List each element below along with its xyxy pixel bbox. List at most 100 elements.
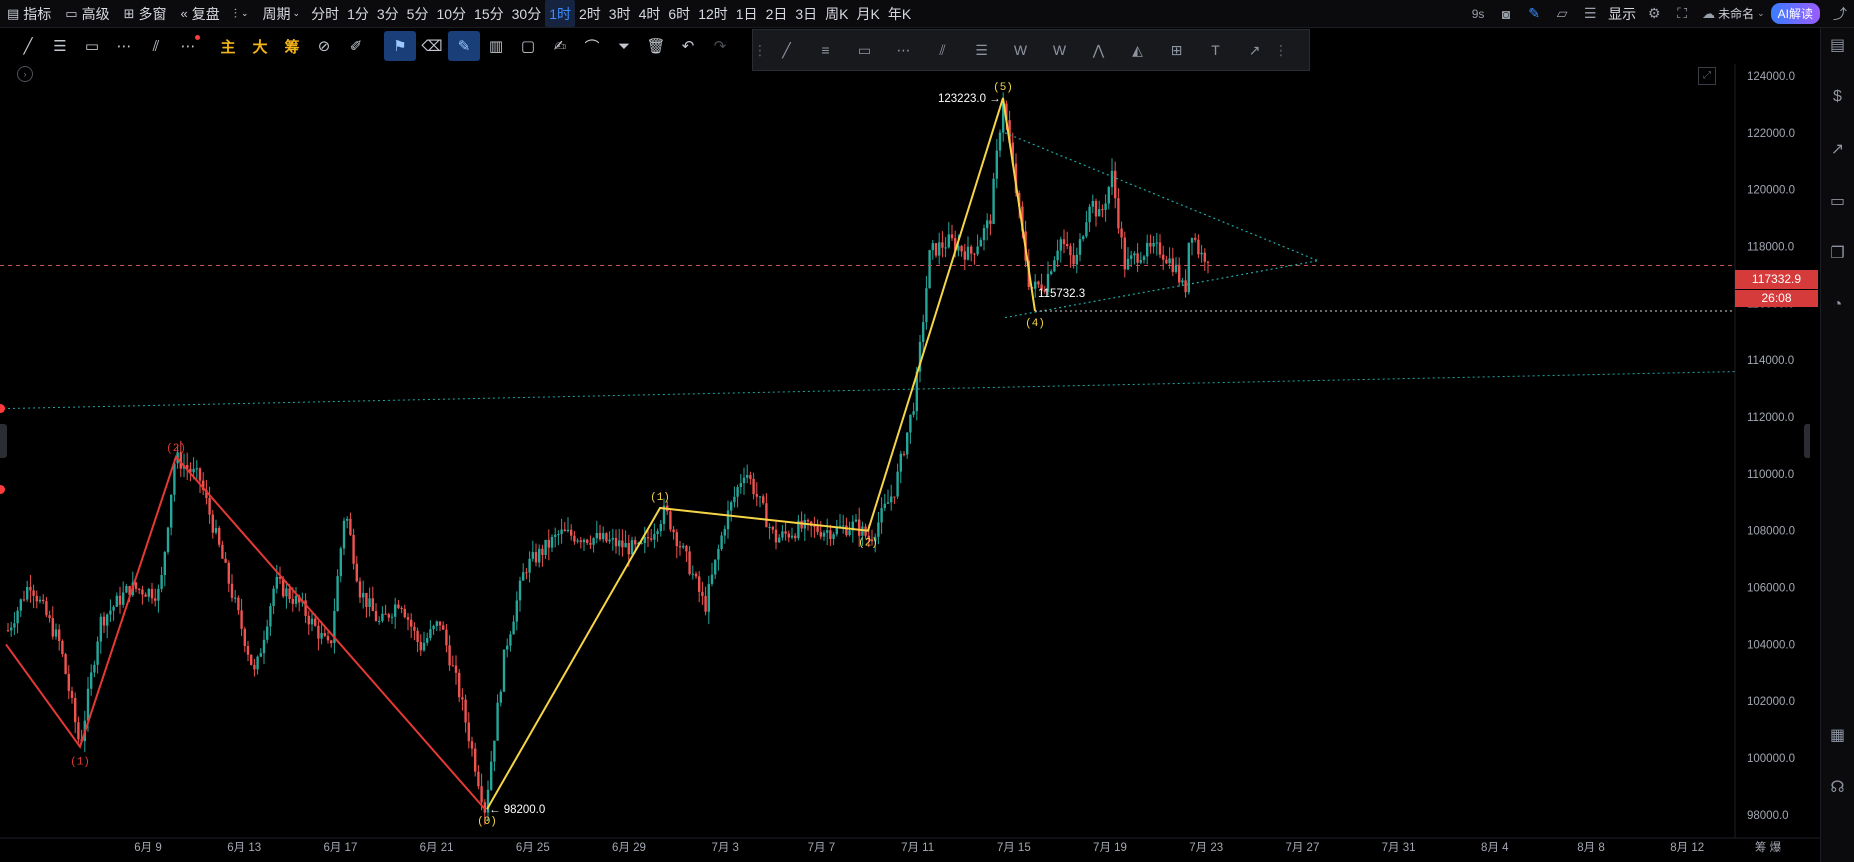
candle-body — [806, 520, 810, 522]
candle-body — [858, 519, 861, 536]
trend-icon[interactable]: ↗ — [1821, 134, 1854, 164]
candle-body — [675, 532, 678, 547]
candle-body — [947, 234, 950, 248]
x-tick-label: 7月 15 — [997, 842, 1031, 854]
candle-body — [262, 639, 266, 654]
headset-icon[interactable]: ☊ — [1821, 772, 1854, 802]
candle-body — [966, 246, 970, 260]
candle-body — [1056, 250, 1059, 261]
y-tick-label: 102000.0 — [1747, 696, 1795, 708]
x-tick-label: 7月 31 — [1382, 842, 1416, 854]
candle-body — [534, 552, 538, 563]
candle-body — [102, 616, 106, 626]
candle-body — [1123, 237, 1126, 270]
candle-body — [566, 529, 570, 532]
candle-body — [826, 530, 829, 533]
candle-body — [624, 543, 627, 548]
candle-body — [352, 534, 355, 564]
candle-body — [138, 588, 141, 590]
calendar-icon[interactable]: ▦ — [1821, 720, 1854, 750]
candle-body — [410, 619, 413, 627]
candle-body — [464, 699, 467, 723]
candle-body — [733, 496, 736, 503]
candle-body — [1146, 242, 1149, 257]
candle-body — [1168, 258, 1171, 264]
yellow-wave-label-4: (4) — [1025, 318, 1045, 330]
candle-body — [995, 150, 998, 179]
candle-body — [384, 613, 387, 615]
candle-body — [621, 540, 624, 548]
x-tick-label: 6月 25 — [516, 842, 550, 854]
y-tick-label: 120000.0 — [1747, 185, 1795, 197]
candle-body — [438, 621, 442, 626]
candle-body — [10, 627, 13, 631]
candle-body — [771, 526, 774, 530]
left-collapse-handle[interactable] — [0, 424, 7, 458]
candle-body — [150, 589, 154, 599]
x-tick-label: 7月 23 — [1189, 842, 1223, 854]
high-price-label: 123223.0 → — [938, 93, 1001, 105]
monitor-icon[interactable]: ▭ — [1821, 186, 1854, 216]
candle-body — [160, 574, 163, 589]
candle-body — [58, 629, 61, 641]
x-tick-label: 6月 29 — [612, 842, 646, 854]
y-tick-label: 122000.0 — [1747, 128, 1795, 140]
chart-fullscreen-icon[interactable]: ⤢ — [1698, 67, 1716, 85]
candle-body — [112, 606, 115, 611]
candle-body — [109, 610, 112, 615]
candle-body — [227, 562, 230, 584]
candle-body — [451, 665, 454, 667]
candle-body — [976, 246, 979, 255]
candle-body — [618, 540, 621, 547]
candle-body — [1107, 187, 1110, 204]
candle-body — [525, 572, 528, 574]
candle-body — [1072, 255, 1075, 265]
candle-body — [752, 478, 755, 495]
candle-body — [819, 532, 822, 537]
candle-body — [314, 618, 317, 626]
candle-body — [1203, 252, 1206, 262]
candle-body — [397, 604, 400, 608]
candle-body — [832, 534, 835, 540]
candle-body — [800, 520, 803, 529]
candle-body — [374, 611, 378, 621]
candle-body — [243, 628, 246, 647]
candle-body — [509, 634, 512, 646]
candle-body — [682, 545, 685, 548]
candle-body — [253, 664, 256, 670]
candle-body — [989, 220, 992, 224]
candle-body — [1130, 255, 1133, 259]
cards-icon[interactable]: ❐ — [1821, 238, 1854, 268]
candle-body — [339, 548, 342, 577]
candle-body — [35, 595, 38, 602]
x-tick-label: 8月 12 — [1670, 842, 1704, 854]
candle-body — [518, 580, 522, 601]
dollar-icon[interactable]: $ — [1821, 82, 1854, 112]
candle-body — [1094, 200, 1098, 217]
candle-body — [710, 574, 714, 584]
candle-body — [458, 672, 461, 698]
candle-body — [717, 548, 720, 560]
candle-body — [579, 540, 582, 543]
expand-icon[interactable]: › — [17, 66, 33, 82]
candle-body — [749, 475, 752, 479]
candle-body — [659, 523, 662, 532]
candle-body — [698, 576, 701, 592]
y-tick-label: 118000.0 — [1747, 242, 1794, 254]
candle-body — [378, 620, 381, 622]
candle-body — [230, 583, 234, 598]
candle-body — [1082, 236, 1085, 240]
candle-body — [1142, 256, 1146, 260]
right-collapse-handle[interactable] — [1804, 424, 1810, 458]
gauge-icon[interactable]: ◔ — [1821, 290, 1854, 320]
candle-body — [589, 542, 592, 545]
candle-body — [906, 432, 909, 455]
candle-body — [310, 618, 314, 625]
candle-body — [275, 576, 278, 589]
candle-body — [477, 771, 480, 787]
candle-body — [1158, 242, 1162, 255]
price-chart[interactable]: (1)(2)(0)(1)(2)(5)(4)123223.0 →← 98200.0… — [0, 0, 1854, 862]
candle-body — [336, 576, 339, 612]
document-icon[interactable]: ▤ — [1821, 30, 1854, 60]
candle-body — [1034, 281, 1037, 289]
